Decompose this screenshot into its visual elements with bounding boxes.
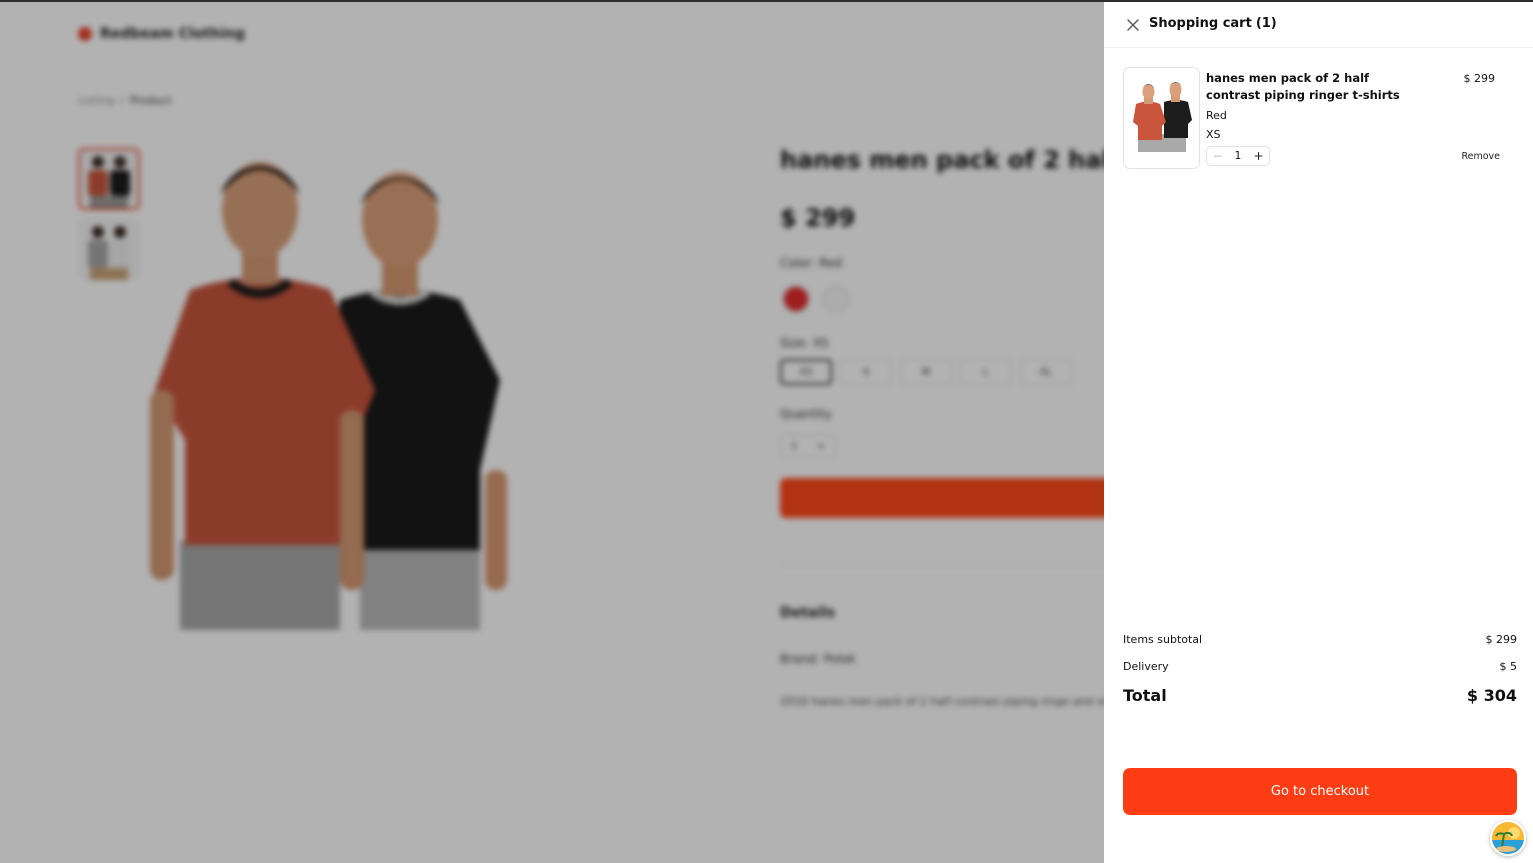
cart-item-color: Red xyxy=(1206,109,1227,122)
delivery-value: $ 5 xyxy=(1499,660,1518,673)
close-icon xyxy=(1127,19,1139,31)
cart-quantity-value: 1 xyxy=(1234,150,1242,162)
cart-count: (1) xyxy=(1255,16,1277,31)
subtotal-value: $ 299 xyxy=(1485,633,1518,646)
cart-header: Shopping cart (1) xyxy=(1104,0,1533,48)
total-value: $ 304 xyxy=(1466,686,1517,705)
cart-item-price: $ 299 xyxy=(1463,72,1496,85)
cart-title: Shopping cart (1) xyxy=(1149,16,1277,31)
cart-title-text: Shopping cart xyxy=(1149,16,1252,31)
chat-avatar-icon[interactable] xyxy=(1490,820,1526,856)
cart-item-image[interactable] xyxy=(1123,67,1200,169)
delivery-label: Delivery xyxy=(1123,660,1169,673)
cart-item-name[interactable]: hanes men pack of 2 half contrast piping… xyxy=(1206,70,1416,104)
total-label: Total xyxy=(1123,686,1167,705)
cart-item: hanes men pack of 2 half contrast piping… xyxy=(1123,67,1515,171)
minus-icon[interactable]: − xyxy=(1207,147,1228,165)
shopping-cart-drawer: Shopping cart (1) hanes men pack of 2 ha… xyxy=(1104,0,1533,863)
total-row: Total $ 304 xyxy=(1123,686,1517,705)
subtotal-label: Items subtotal xyxy=(1123,633,1203,646)
top-strip xyxy=(0,0,1533,2)
cart-item-size: XS xyxy=(1206,128,1221,141)
subtotal-row: Items subtotal $ 299 xyxy=(1123,633,1517,646)
cart-quantity-stepper: − 1 + xyxy=(1206,146,1270,166)
plus-icon[interactable]: + xyxy=(1248,147,1269,165)
remove-item-button[interactable]: Remove xyxy=(1461,151,1500,162)
close-cart-button[interactable] xyxy=(1124,16,1142,34)
delivery-row: Delivery $ 5 xyxy=(1123,660,1517,673)
checkout-button[interactable]: Go to checkout xyxy=(1123,768,1517,815)
